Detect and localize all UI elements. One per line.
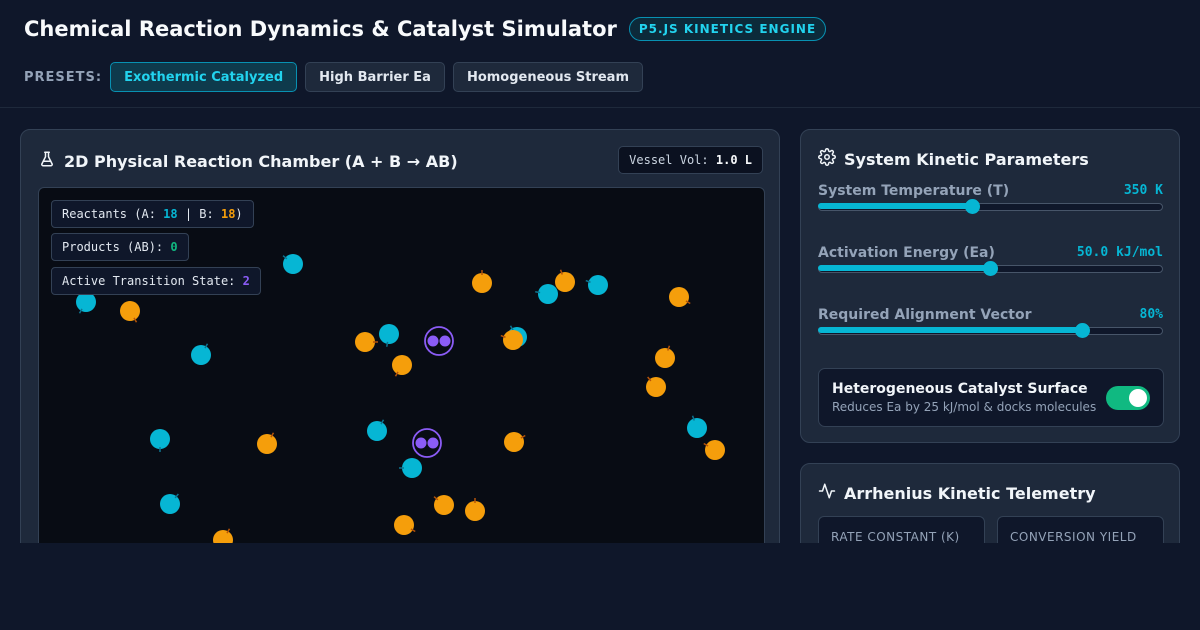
- reactant-b-molecule: [355, 332, 378, 352]
- reactants-b-count: 18: [220, 207, 236, 221]
- products-count: 0: [170, 240, 178, 254]
- reactant-a-molecule: [282, 254, 303, 274]
- reactant-b-molecule: [465, 498, 485, 521]
- presets-bar: PRESETS: Exothermic Catalyzed High Barri…: [24, 62, 643, 92]
- title-row: Chemical Reaction Dynamics & Catalyst Si…: [24, 17, 827, 41]
- rate-constant-card: RATE CONSTANT (K): [818, 516, 985, 543]
- preset-exothermic-catalyzed-button[interactable]: Exothermic Catalyzed: [110, 62, 298, 92]
- slider-fill: [818, 203, 973, 209]
- reactant-b-molecule: [472, 270, 492, 293]
- catalyst-surface-option: Heterogeneous Catalyst Surface Reduces E…: [818, 368, 1164, 427]
- slider-fill: [818, 265, 990, 271]
- reactants-a-count: 18: [163, 207, 178, 221]
- page-title: Chemical Reaction Dynamics & Catalyst Si…: [24, 17, 617, 41]
- activation-energy-value: 50.0 kJ/mol: [1076, 245, 1163, 260]
- transition-state-complex: [412, 428, 442, 458]
- toggle-knob: [1129, 389, 1147, 407]
- catalyst-description: Reduces Ea by 25 kJ/mol & docks molecule…: [832, 400, 1097, 414]
- reactant-b-molecule: [213, 528, 233, 543]
- reactants-separator: | B:: [177, 207, 221, 221]
- reactants-suffix: ): [235, 207, 243, 221]
- reactant-a-molecule: [150, 429, 170, 452]
- reactant-b-molecule: [257, 432, 277, 454]
- alignment-value: 80%: [1139, 307, 1163, 322]
- reactant-a-molecule: [687, 415, 707, 438]
- slider-thumb[interactable]: [982, 261, 998, 276]
- reactants-stat: Reactants (A: 18 | B: 18): [51, 200, 254, 228]
- preset-high-barrier-button[interactable]: High Barrier Ea: [305, 62, 445, 92]
- app-root: Chemical Reaction Dynamics & Catalyst Si…: [0, 0, 1200, 543]
- rate-constant-label: RATE CONSTANT (K): [831, 530, 960, 543]
- activation-energy-label: Activation Energy (Ea): [818, 245, 995, 261]
- catalyst-toggle[interactable]: [1106, 386, 1150, 410]
- reactant-b-molecule: [394, 515, 416, 535]
- products-stat: Products (AB): 0: [51, 233, 189, 261]
- reactant-a-molecule: [367, 419, 387, 441]
- reactants-prefix: Reactants (A:: [62, 207, 164, 221]
- reactant-b-molecule: [646, 376, 666, 397]
- activity-icon: [818, 482, 836, 504]
- telemetry-title: Arrhenius Kinetic Telemetry: [844, 483, 1096, 503]
- reactant-b-molecule: [655, 345, 675, 368]
- temperature-value: 350 K: [1123, 183, 1163, 198]
- reactant-b-molecule: [669, 287, 691, 307]
- reaction-chamber-panel: 2D Physical Reaction Chamber (A + B → AB…: [20, 129, 780, 543]
- transition-count: 2: [242, 274, 250, 288]
- conversion-yield-card: CONVERSION YIELD: [997, 516, 1164, 543]
- reactant-b-molecule: [392, 355, 412, 377]
- reactant-b-molecule: [555, 269, 575, 292]
- slider-thumb[interactable]: [965, 199, 981, 214]
- vessel-value: 1.0 L: [715, 153, 752, 167]
- app-header: Chemical Reaction Dynamics & Catalyst Si…: [0, 0, 1200, 108]
- transition-stat: Active Transition State: 2: [51, 267, 261, 295]
- reactant-a-molecule: [399, 458, 422, 478]
- slider-fill: [818, 327, 1083, 333]
- transition-state-complex: [424, 326, 454, 356]
- temperature-label: System Temperature (T): [818, 183, 1010, 199]
- preset-homogeneous-stream-button[interactable]: Homogeneous Stream: [452, 62, 643, 92]
- telemetry-header: Arrhenius Kinetic Telemetry: [818, 482, 1096, 504]
- flask-icon: [38, 150, 56, 172]
- activation-energy-slider[interactable]: [818, 261, 1163, 276]
- presets-label: PRESETS:: [24, 69, 103, 85]
- alignment-slider[interactable]: [818, 323, 1163, 338]
- arrhenius-telemetry-panel: Arrhenius Kinetic Telemetry RATE CONSTAN…: [800, 463, 1180, 543]
- reactant-b-molecule: [504, 432, 526, 452]
- alignment-label: Required Alignment Vector: [818, 307, 1032, 323]
- simulation-canvas[interactable]: Reactants (A: 18 | B: 18) Products (AB):…: [38, 187, 765, 543]
- reactant-b-molecule: [703, 440, 725, 460]
- temperature-slider[interactable]: [818, 199, 1163, 214]
- params-header: System Kinetic Parameters: [818, 148, 1089, 170]
- reactant-a-molecule: [535, 284, 558, 304]
- params-title: System Kinetic Parameters: [844, 149, 1089, 169]
- reactant-a-molecule: [76, 292, 96, 314]
- reactant-b-molecule: [433, 495, 454, 515]
- reactant-a-molecule: [379, 324, 399, 347]
- reactant-b-molecule: [120, 301, 140, 323]
- reactant-a-molecule: [191, 343, 211, 365]
- products-label: Products (AB):: [62, 240, 171, 254]
- reactant-b-molecule: [500, 330, 523, 350]
- chamber-header: 2D Physical Reaction Chamber (A + B → AB…: [38, 150, 458, 172]
- conversion-yield-label: CONVERSION YIELD: [1010, 530, 1137, 543]
- catalyst-title: Heterogeneous Catalyst Surface: [832, 381, 1088, 397]
- transition-label: Active Transition State:: [62, 274, 243, 288]
- vessel-label: Vessel Vol:: [629, 153, 709, 167]
- vessel-volume-badge: Vessel Vol: 1.0 L: [618, 146, 763, 174]
- chamber-title: 2D Physical Reaction Chamber (A + B → AB…: [64, 151, 458, 171]
- gear-icon: [818, 148, 836, 170]
- engine-badge: P5.JS KINETICS ENGINE: [628, 17, 827, 41]
- kinetic-parameters-panel: System Kinetic Parameters System Tempera…: [800, 129, 1180, 443]
- reactant-a-molecule: [160, 493, 180, 514]
- reactant-a-molecule: [585, 275, 608, 295]
- slider-thumb[interactable]: [1075, 323, 1091, 338]
